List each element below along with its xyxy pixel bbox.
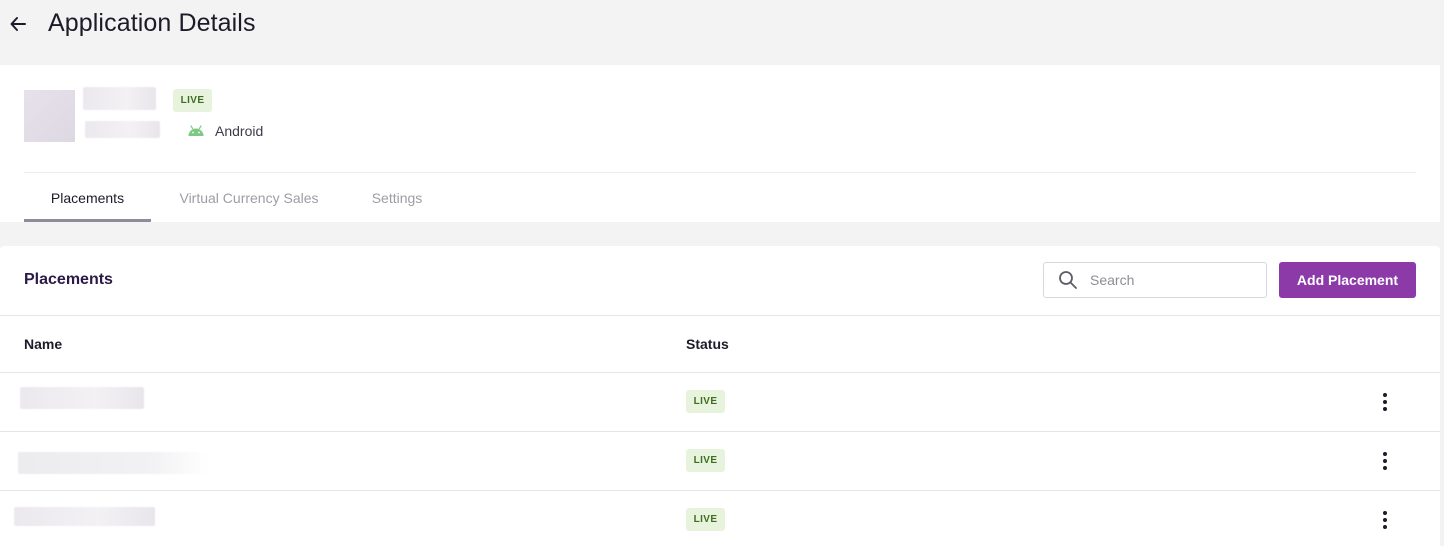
app-name-redacted: [83, 87, 156, 110]
back-button[interactable]: [6, 12, 30, 36]
android-icon: [188, 125, 204, 136]
placement-name-redacted: [14, 507, 155, 526]
app-icon-image: [24, 90, 75, 142]
add-placement-button[interactable]: Add Placement: [1279, 262, 1416, 298]
column-header-status[interactable]: Status: [686, 336, 729, 352]
table-row[interactable]: LIVE: [0, 491, 1440, 546]
platform-info: Android: [187, 122, 263, 140]
status-badge: LIVE: [686, 449, 725, 472]
tab-bar: Placements Virtual Currency Sales Settin…: [24, 173, 447, 222]
tab-virtual-currency-sales[interactable]: Virtual Currency Sales: [151, 173, 347, 222]
status-badge: LIVE: [686, 390, 725, 413]
placements-panel: Placements Add Placement Name Status LIV…: [0, 246, 1440, 546]
search-icon: [1058, 270, 1078, 290]
more-options-icon[interactable]: [1373, 390, 1397, 414]
divider: [0, 315, 1440, 316]
tab-settings[interactable]: Settings: [347, 173, 447, 222]
section-title: Placements: [24, 271, 113, 288]
placement-name-redacted: [18, 452, 208, 474]
platform-label: Android: [215, 123, 264, 139]
column-header-name[interactable]: Name: [24, 336, 62, 352]
search-input[interactable]: [1090, 263, 1240, 297]
table-row[interactable]: LIVE: [0, 373, 1440, 432]
top-bar: Application Details: [0, 0, 1444, 65]
page-title: Application Details: [48, 9, 256, 37]
more-options-icon[interactable]: [1373, 508, 1397, 532]
tab-placements[interactable]: Placements: [24, 173, 151, 222]
arrow-left-icon: [10, 17, 26, 31]
table-row[interactable]: LIVE: [0, 432, 1440, 491]
search-field[interactable]: [1043, 262, 1267, 298]
app-status-badge: LIVE: [173, 89, 212, 112]
more-options-icon[interactable]: [1373, 449, 1397, 473]
app-summary-card: LIVE Android Placements Virtual Currency…: [0, 65, 1440, 222]
placement-name-redacted: [20, 387, 144, 409]
app-id-redacted: [85, 121, 160, 138]
status-badge: LIVE: [686, 508, 725, 531]
